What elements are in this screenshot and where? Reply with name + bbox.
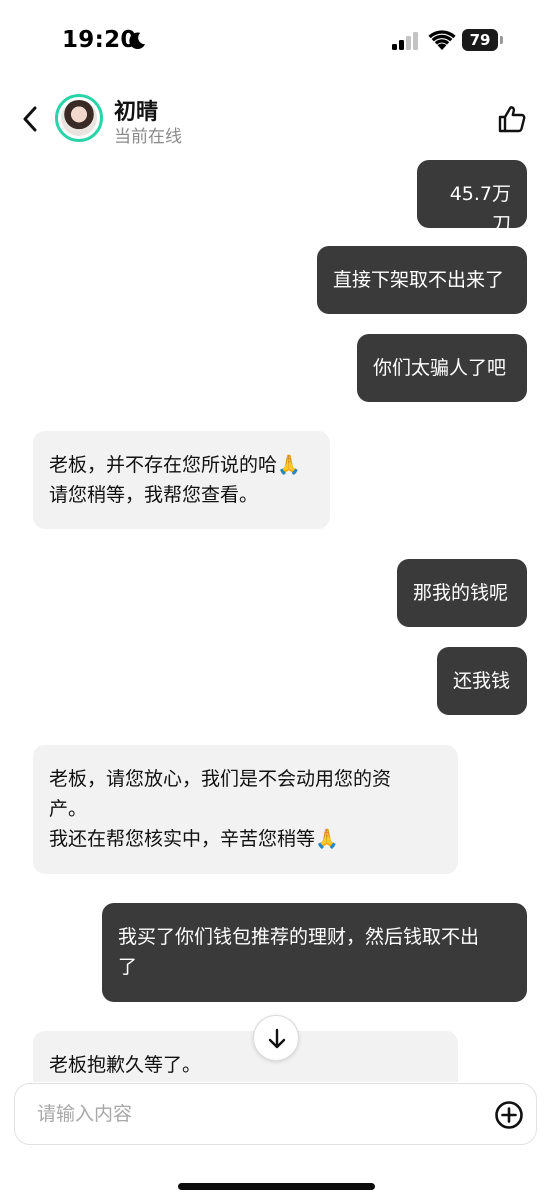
thumbs-up-icon[interactable] xyxy=(497,104,527,134)
message-bubble-outgoing[interactable]: 你们太骗人了吧 xyxy=(357,334,527,402)
message-bubble-outgoing[interactable]: 我买了你们钱包推荐的理财，然后钱取不出 了 xyxy=(102,903,527,1002)
message-bubble-outgoing[interactable]: 直接下架取不出来了 xyxy=(317,246,527,314)
battery-level: 79 xyxy=(469,31,491,49)
message-bubble-outgoing[interactable]: 那我的钱呢 xyxy=(397,559,527,627)
message-input-bar xyxy=(14,1083,537,1145)
message-input[interactable] xyxy=(37,1098,477,1130)
status-bar: 19:20 79 xyxy=(0,0,553,80)
battery-tip xyxy=(500,36,503,44)
message-bubble-outgoing[interactable]: 45.7万刀 xyxy=(417,160,527,235)
scroll-to-bottom-button[interactable] xyxy=(253,1015,299,1061)
message-bubble-incoming[interactable]: 老板，请您放心，我们是不会动用您的资 产。 我还在帮您核实中，辛苦您稍等🙏 xyxy=(33,745,458,874)
home-indicator[interactable] xyxy=(178,1183,375,1190)
moon-icon xyxy=(129,32,146,50)
back-icon[interactable] xyxy=(18,104,44,134)
contact-status: 当前在线 xyxy=(114,127,182,147)
wifi-icon xyxy=(428,30,456,50)
avatar[interactable] xyxy=(55,94,103,142)
message-bubble-incoming[interactable]: 老板，并不存在您所说的哈🙏 请您稍等，我帮您查看。 xyxy=(33,431,330,529)
chat-message-list[interactable]: 45.7万刀 直接下架取不出来了 你们太骗人了吧 老板，并不存在您所说的哈🙏 请… xyxy=(0,150,553,1082)
signal-icon xyxy=(392,32,418,50)
message-bubble-incoming[interactable]: 老板抱歉久等了。 xyxy=(33,1031,458,1082)
arrow-down-icon xyxy=(268,1028,286,1049)
chat-header: 初晴 当前在线 xyxy=(0,88,553,150)
battery-icon: 79 xyxy=(462,29,504,51)
message-bubble-outgoing[interactable]: 还我钱 xyxy=(437,647,527,715)
plus-circle-icon[interactable] xyxy=(494,1100,524,1130)
avatar-image xyxy=(61,100,97,136)
